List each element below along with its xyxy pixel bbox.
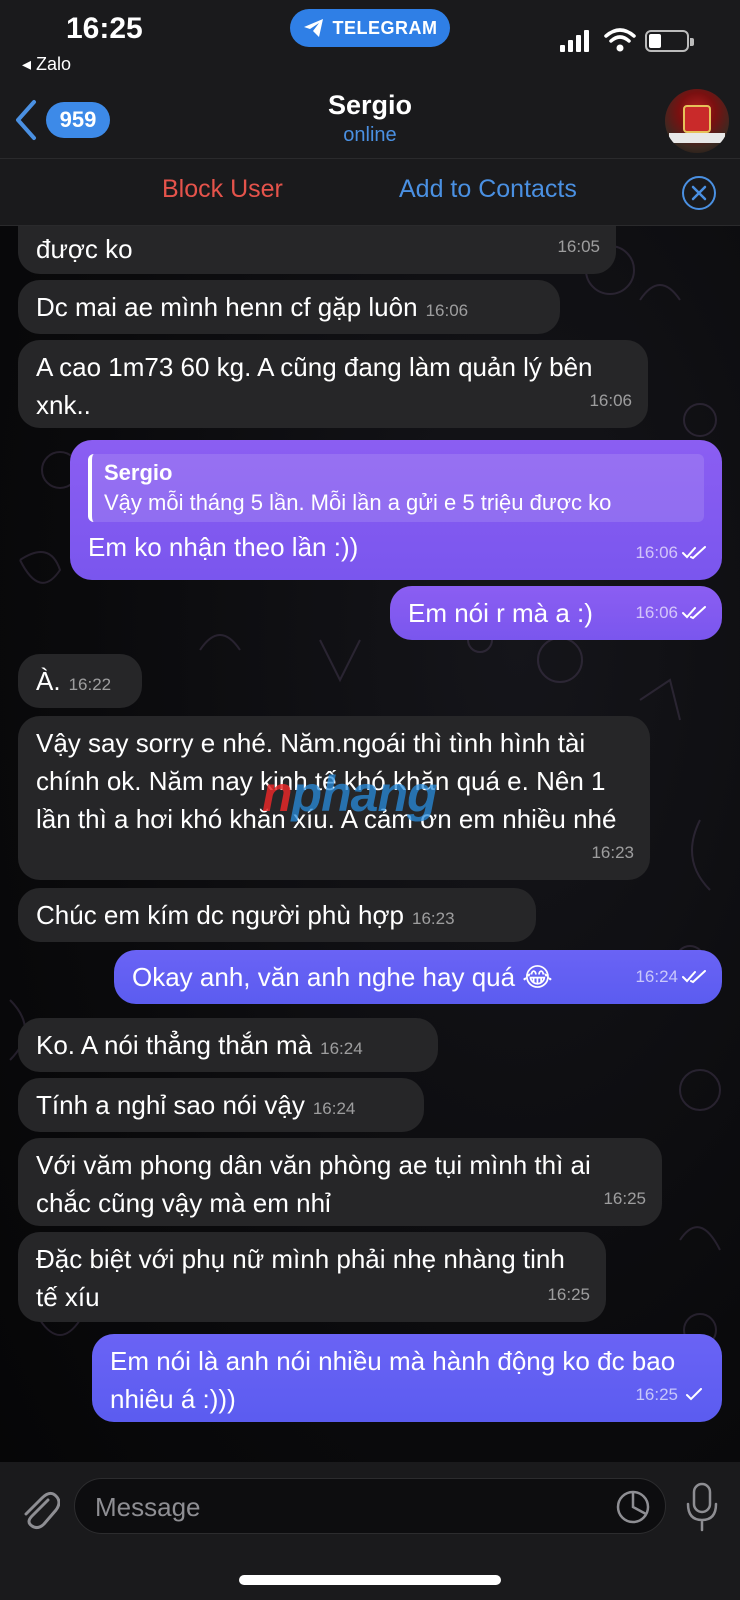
contact-avatar[interactable] (665, 89, 729, 153)
message-bubble-incoming[interactable]: Với văm phong dân văn phòng ae tụi mình … (18, 1138, 662, 1226)
message-bubble-incoming[interactable]: Đặc biệt với phụ nữ mình phải nhẹ nhàng … (18, 1232, 606, 1322)
message-time: 16:05 (557, 237, 600, 256)
message-time: 16:25 (603, 1189, 646, 1208)
contact-action-bar: Block User Add to Contacts (0, 158, 740, 226)
clock: 16:25 (66, 12, 143, 45)
close-icon (691, 185, 707, 201)
message-bubble-outgoing[interactable]: Sergio Vậy mỗi tháng 5 lần. Mỗi lần a gử… (70, 440, 722, 580)
message-text: Ko. A nói thẳng thắn mà (36, 1030, 313, 1060)
return-to-app-link[interactable]: ◂ Zalo (22, 54, 71, 75)
message-time: 16:22 (68, 675, 112, 694)
microphone-icon[interactable] (684, 1482, 720, 1532)
telegram-pill-label: TELEGRAM (332, 17, 438, 38)
message-text: À. (36, 666, 61, 696)
reply-quote[interactable]: Sergio Vậy mỗi tháng 5 lần. Mỗi lần a gử… (88, 454, 704, 522)
paperclip-icon[interactable] (18, 1486, 60, 1532)
message-bubble-outgoing[interactable]: Okay anh, văn anh nghe hay quá 😂 16:24 (114, 950, 722, 1004)
message-time: 16:06 (589, 391, 632, 410)
message-bubble-incoming[interactable]: Ko. A nói thẳng thắn mà 16:24 (18, 1018, 438, 1072)
sticker-icon[interactable] (615, 1489, 651, 1525)
message-bubble-outgoing[interactable]: Em nói r mà a :) 16:06 (390, 586, 722, 640)
message-text: được ko (36, 234, 133, 264)
message-text: Với văm phong dân văn phòng ae tụi mình … (36, 1150, 591, 1218)
message-time: 16:06 (425, 301, 469, 320)
single-check-icon (686, 1388, 702, 1401)
message-bubble-outgoing[interactable]: Em nói là anh nói nhiều mà hành động ko … (92, 1334, 722, 1422)
reply-snippet: Vậy mỗi tháng 5 lần. Mỗi lần a gửi e 5 t… (104, 490, 612, 515)
chat-header: 959 Sergio online (0, 84, 740, 158)
message-time: 16:06 (635, 534, 706, 572)
cellular-signal-icon (560, 30, 589, 52)
battery-icon (645, 30, 694, 52)
home-indicator[interactable] (239, 1575, 501, 1585)
message-time: 16:25 (635, 1376, 706, 1414)
double-check-icon (682, 970, 706, 984)
reply-author: Sergio (104, 460, 173, 485)
message-text: Em nói r mà a :) (408, 598, 593, 628)
watermark-logo: nphang (262, 766, 438, 822)
message-bubble-incoming[interactable]: A cao 1m73 60 kg. A cũng đang làm quản l… (18, 340, 648, 428)
message-time: 16:23 (591, 843, 634, 862)
dismiss-bar-button[interactable] (682, 176, 716, 210)
message-time: 16:06 (635, 594, 706, 632)
message-text: Tính a nghỉ sao nói vậy (36, 1090, 305, 1120)
status-bar: 16:25 ◂ Zalo TELEGRAM (0, 0, 740, 84)
message-text: Đặc biệt với phụ nữ mình phải nhẹ nhàng … (36, 1244, 565, 1312)
message-bubble-incoming[interactable]: Tính a nghỉ sao nói vậy 16:24 (18, 1078, 424, 1132)
message-text: Okay anh, văn anh nghe hay quá 😂 (132, 962, 553, 992)
block-user-button[interactable]: Block User (162, 175, 283, 204)
message-bubble-incoming[interactable]: Chúc em kím dc người phù hợp 16:23 (18, 888, 536, 942)
message-time: 16:24 (312, 1099, 356, 1118)
double-check-icon (682, 546, 706, 560)
wifi-icon (604, 28, 636, 52)
message-bubble-incoming[interactable]: Dc mai ae mình henn cf gặp luôn 16:06 (18, 280, 560, 334)
message-time: 16:24 (635, 958, 706, 996)
message-text: Dc mai ae mình henn cf gặp luôn (36, 292, 418, 322)
message-time: 16:25 (547, 1285, 590, 1304)
contact-name[interactable]: Sergio (0, 90, 740, 121)
message-bubble-incoming[interactable]: được ko 16:05 (18, 226, 616, 274)
message-bubble-incoming[interactable]: À. 16:22 (18, 654, 142, 708)
message-time: 16:23 (412, 909, 455, 928)
message-input-wrapper (74, 1478, 666, 1534)
telegram-icon (303, 19, 323, 37)
message-text: Em ko nhận theo lần :)) (88, 532, 359, 562)
presence-status: online (343, 124, 397, 146)
message-text: A cao 1m73 60 kg. A cũng đang làm quản l… (36, 352, 593, 420)
message-time: 16:24 (320, 1039, 363, 1058)
message-list[interactable]: được ko 16:05 Dc mai ae mình henn cf gặp… (0, 226, 740, 1460)
message-input[interactable] (95, 1487, 575, 1527)
double-check-icon (682, 606, 706, 620)
add-to-contacts-button[interactable]: Add to Contacts (399, 175, 577, 204)
message-text: Em nói là anh nói nhiều mà hành động ko … (110, 1346, 676, 1414)
telegram-pill[interactable]: TELEGRAM (290, 9, 450, 47)
message-text: Chúc em kím dc người phù hợp (36, 900, 404, 930)
